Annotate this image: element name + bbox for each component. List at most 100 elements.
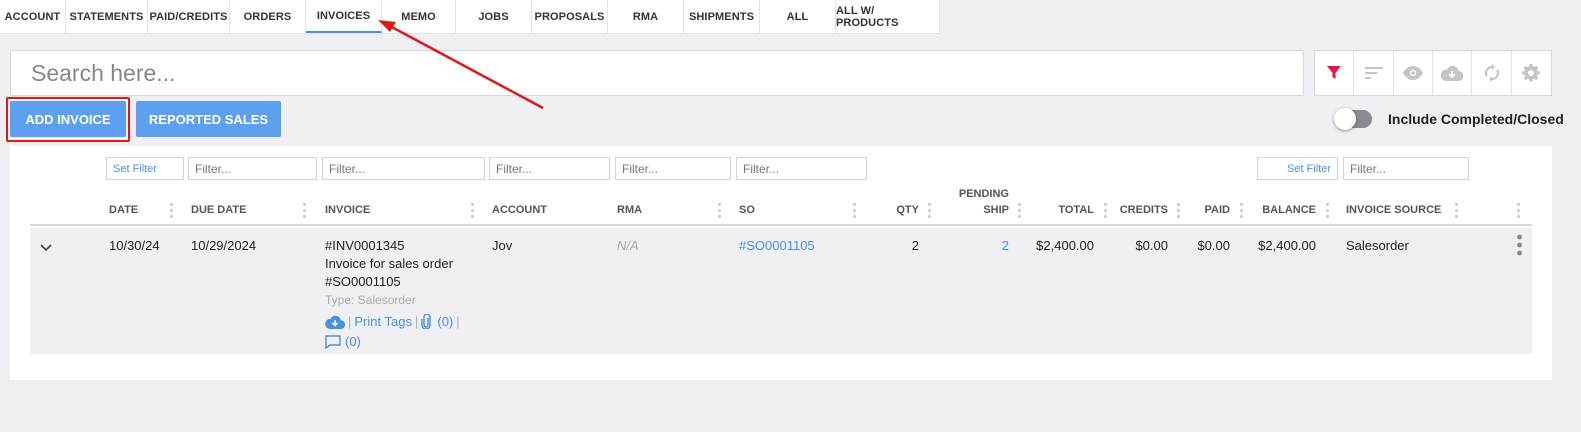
- col-menu-icon[interactable]: [1177, 203, 1181, 218]
- row-pending-ship[interactable]: 2: [1002, 237, 1009, 255]
- attachments-count[interactable]: (0): [437, 314, 453, 329]
- col-pending-line1: PENDING: [958, 188, 1009, 200]
- print-tags-link[interactable]: Print Tags: [354, 314, 412, 329]
- filter-so[interactable]: Filter...: [736, 157, 867, 180]
- separator: |: [348, 314, 352, 329]
- tab-statements[interactable]: STATEMENTS: [66, 0, 148, 33]
- sync-icon: [1484, 64, 1499, 82]
- col-menu-icon[interactable]: [471, 203, 475, 218]
- tab-rma[interactable]: RMA: [608, 0, 684, 33]
- tab-invoices[interactable]: INVOICES: [306, 0, 382, 33]
- include-completed-label: Include Completed/Closed: [1388, 111, 1564, 127]
- search-input[interactable]: [10, 50, 1304, 96]
- row-credits: $0.00: [1135, 238, 1168, 253]
- col-so[interactable]: SO: [739, 202, 755, 218]
- invoice-number: #INV0001345: [325, 238, 405, 253]
- col-menu-icon[interactable]: [1018, 203, 1022, 218]
- comments-count[interactable]: (0): [345, 334, 361, 349]
- invoice-actions: | Print Tags | (0) |: [325, 314, 463, 329]
- table-header: DATE DUE DATE INVOICE ACCOUNT RMA SO QTY…: [30, 186, 1532, 226]
- eye-icon: [1402, 66, 1423, 80]
- tab-bar: ACCOUNT STATEMENTS PAID/CREDITS ORDERS INVOI…: [0, 0, 940, 34]
- filter-icon: [1327, 66, 1342, 79]
- set-filter-date[interactable]: Set Filter: [106, 157, 184, 180]
- comment-icon[interactable]: [325, 334, 341, 349]
- col-menu-icon[interactable]: [303, 203, 307, 218]
- row-account: Jov: [492, 238, 513, 253]
- col-menu-icon[interactable]: [1517, 203, 1521, 218]
- row-qty: 2: [911, 238, 919, 253]
- col-pending-ship[interactable]: PENDING SHIP: [959, 186, 1009, 218]
- invoice-desc-2: #SO0001105: [325, 274, 401, 289]
- toolbar: [1314, 50, 1552, 96]
- filter-account[interactable]: Filter...: [489, 157, 610, 180]
- col-menu-icon[interactable]: [853, 203, 857, 218]
- tab-shipments[interactable]: SHIPMENTS: [684, 0, 760, 33]
- toggle-knob: [1334, 108, 1356, 130]
- settings-button[interactable]: [1512, 51, 1551, 95]
- col-menu-icon[interactable]: [1240, 203, 1244, 218]
- chevron-down-icon[interactable]: [40, 244, 52, 252]
- tab-orders[interactable]: ORDERS: [230, 0, 306, 33]
- col-credits[interactable]: CREDITS: [1120, 202, 1168, 218]
- col-rma[interactable]: RMA: [617, 202, 642, 218]
- col-due-date[interactable]: DUE DATE: [191, 202, 246, 218]
- invoice-table: Set Filter Filter... Filter... Filter...…: [10, 146, 1552, 380]
- col-menu-icon[interactable]: [1326, 203, 1330, 218]
- col-pending-line2: SHIP: [983, 204, 1009, 216]
- separator: |: [456, 314, 460, 329]
- row-date: 10/30/24: [109, 238, 160, 253]
- gear-icon: [1522, 64, 1541, 82]
- tab-account[interactable]: ACCOUNT: [0, 0, 66, 33]
- sort-button[interactable]: [1354, 51, 1394, 95]
- col-total[interactable]: TOTAL: [1058, 202, 1094, 218]
- tab-all-w-products[interactable]: ALL W/ PRODUCTS: [836, 0, 940, 33]
- separator: |: [414, 314, 419, 329]
- comment-actions: (0): [325, 334, 361, 349]
- row-total: $2,400.00: [1036, 238, 1094, 253]
- col-invoice-source[interactable]: INVOICE SOURCE: [1346, 202, 1441, 218]
- col-menu-icon[interactable]: [718, 203, 722, 218]
- invoice-type: Type: Salesorder: [325, 293, 416, 307]
- filter-button[interactable]: [1315, 51, 1355, 95]
- sort-icon: [1364, 67, 1383, 79]
- download-button[interactable]: [1433, 51, 1473, 95]
- include-completed-toggle[interactable]: [1334, 108, 1372, 130]
- col-date[interactable]: DATE: [109, 202, 138, 218]
- col-menu-icon[interactable]: [170, 203, 174, 218]
- row-rma: N/A: [617, 238, 639, 253]
- set-filter-balance[interactable]: Set Filter: [1257, 157, 1338, 180]
- row-paid: $0.00: [1197, 238, 1230, 253]
- row-so-link[interactable]: #SO0001105: [739, 237, 815, 255]
- filter-rma[interactable]: Filter...: [615, 157, 731, 180]
- col-menu-icon[interactable]: [1455, 203, 1459, 218]
- filter-invoice-source[interactable]: Filter...: [1343, 157, 1469, 180]
- col-balance[interactable]: BALANCE: [1262, 202, 1316, 218]
- tab-proposals[interactable]: PROPOSALS: [532, 0, 608, 33]
- tab-jobs[interactable]: JOBS: [456, 0, 532, 33]
- col-menu-icon[interactable]: [1104, 203, 1108, 218]
- paperclip-icon[interactable]: [421, 314, 432, 329]
- add-invoice-button[interactable]: ADD INVOICE: [10, 101, 126, 137]
- row-balance: $2,400.00: [1258, 238, 1316, 253]
- col-invoice[interactable]: INVOICE: [325, 202, 370, 218]
- col-menu-icon[interactable]: [928, 203, 932, 218]
- row-due-date: 10/29/2024: [191, 238, 257, 253]
- row-invoice: #INV0001345 Invoice for sales order #SO0…: [325, 237, 453, 309]
- reported-sales-button[interactable]: REPORTED SALES: [136, 101, 281, 137]
- filter-invoice[interactable]: Filter...: [322, 157, 485, 180]
- include-completed-toggle-group: Include Completed/Closed: [1334, 108, 1564, 130]
- invoice-desc-1: Invoice for sales order: [325, 256, 453, 271]
- filter-due-date[interactable]: Filter...: [188, 157, 317, 180]
- tab-all[interactable]: ALL: [760, 0, 836, 33]
- row-invoice-source: Salesorder: [1346, 238, 1409, 253]
- cloud-download-icon[interactable]: [325, 315, 345, 329]
- view-button[interactable]: [1394, 51, 1434, 95]
- col-paid[interactable]: PAID: [1205, 202, 1230, 218]
- sync-button[interactable]: [1472, 51, 1512, 95]
- tab-paid-credits[interactable]: PAID/CREDITS: [148, 0, 230, 33]
- row-menu-icon[interactable]: [1517, 234, 1522, 256]
- tab-memo[interactable]: MEMO: [382, 0, 456, 33]
- col-qty[interactable]: QTY: [896, 202, 919, 218]
- col-account[interactable]: ACCOUNT: [492, 202, 547, 218]
